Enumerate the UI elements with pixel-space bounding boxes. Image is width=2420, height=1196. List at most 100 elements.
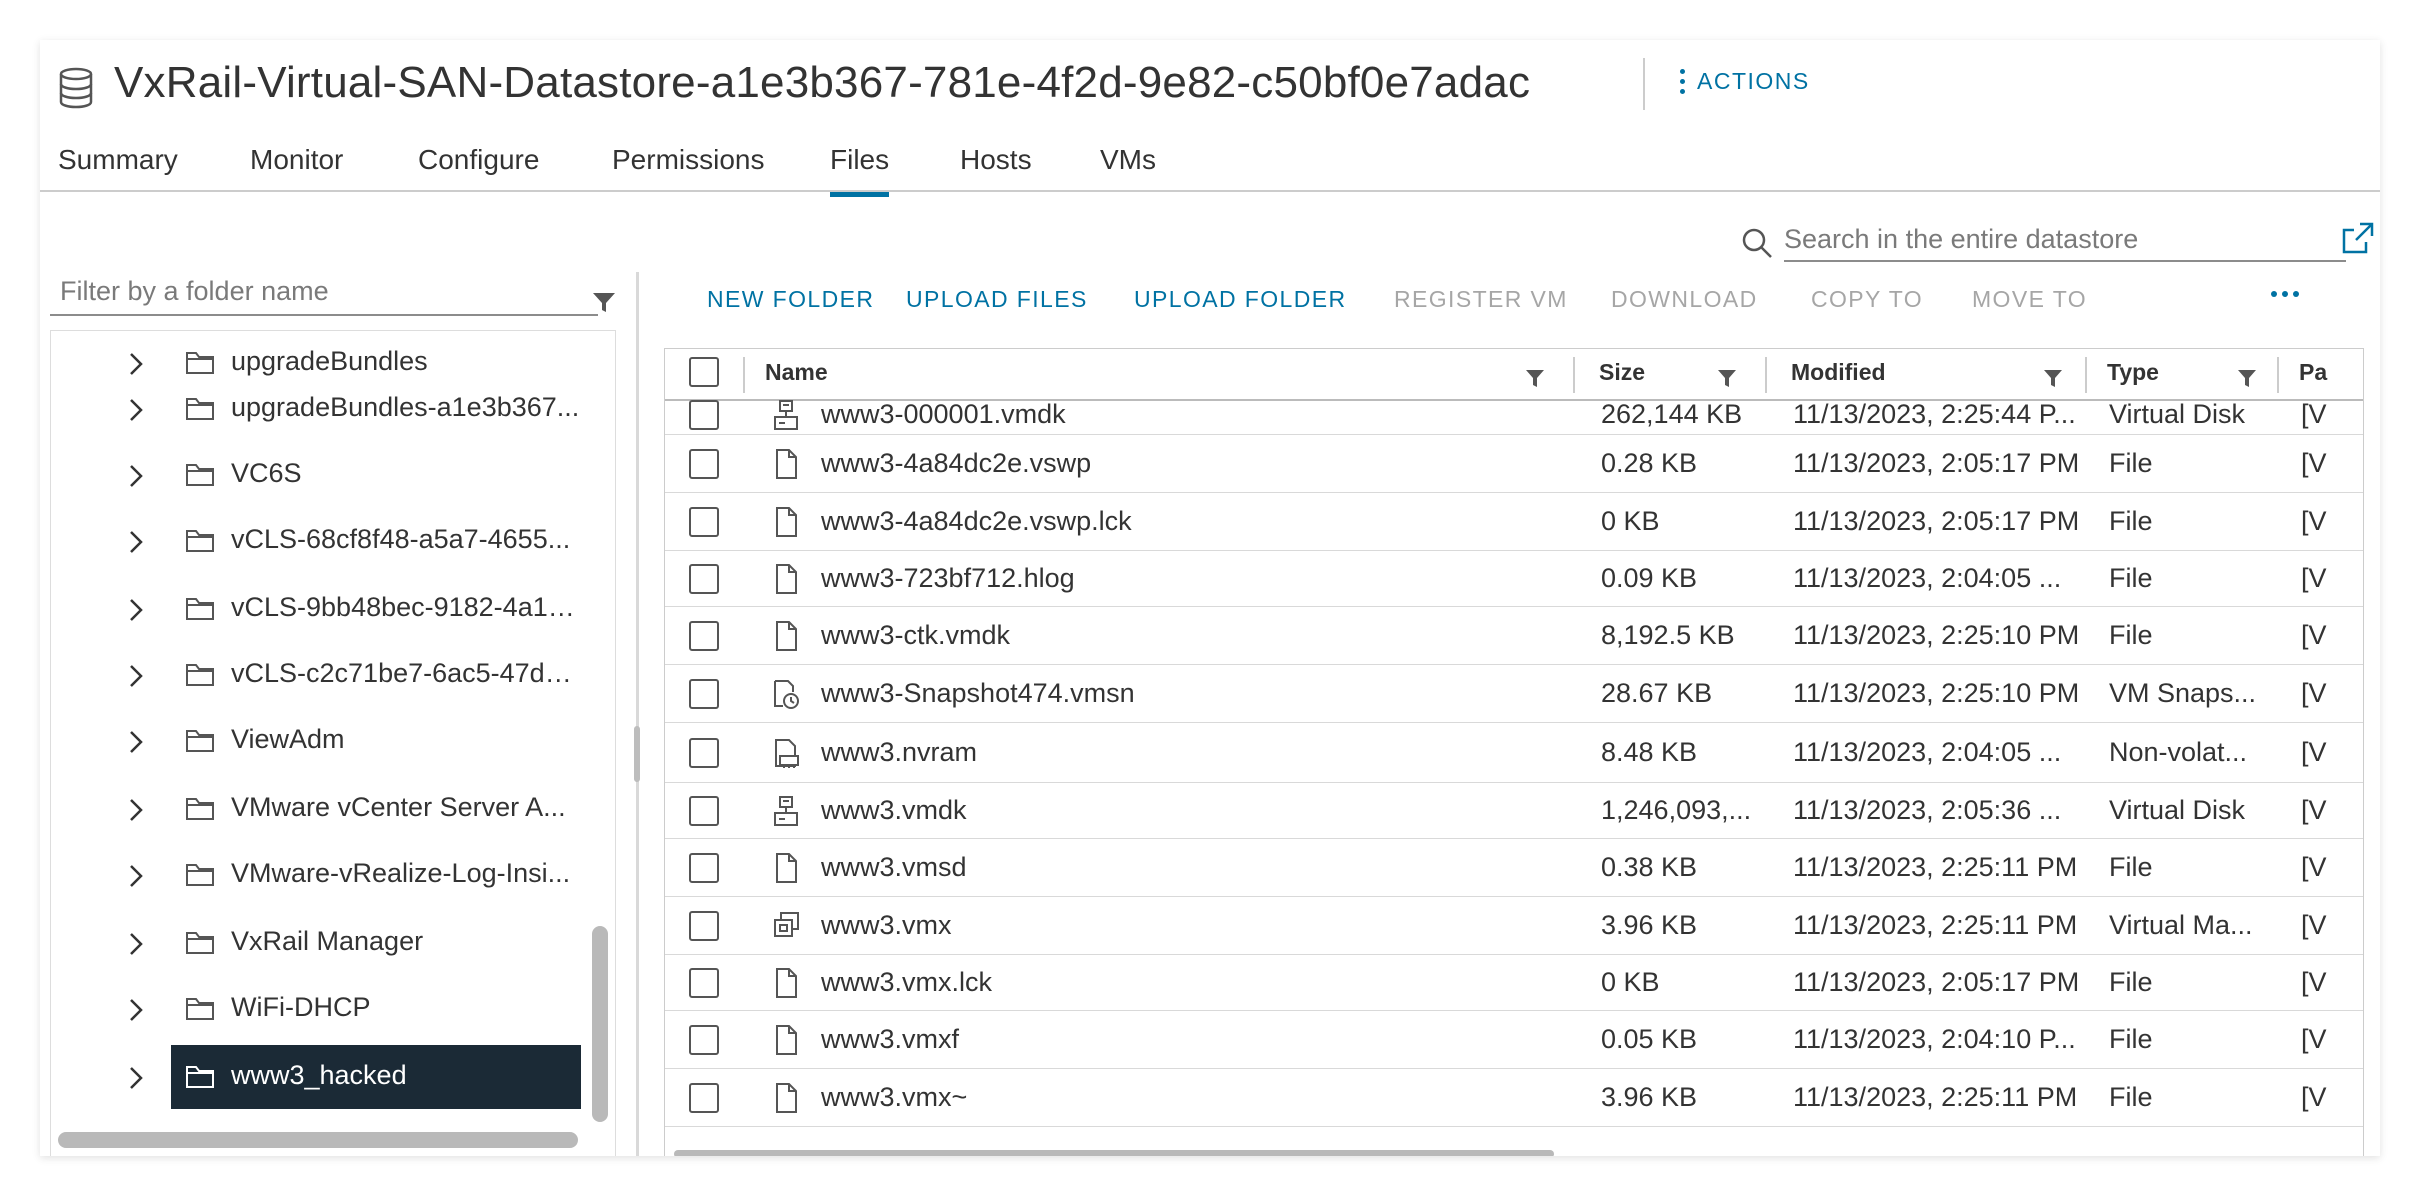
row-checkbox[interactable]	[689, 507, 719, 537]
more-actions-icon[interactable]	[2268, 284, 2302, 304]
chevron-right-icon[interactable]	[127, 729, 145, 755]
row-checkbox[interactable]	[689, 564, 719, 594]
file-path-cell: [V	[2301, 563, 2327, 593]
row-checkbox[interactable]	[689, 738, 719, 768]
pane-splitter[interactable]	[636, 272, 639, 1156]
tree-folder-item[interactable]: vCLS-68cf8f48-a5a7-4655...	[51, 509, 581, 573]
table-row[interactable]: www3.vmsd 0.38 KB 11/13/2023, 2:25:11 PM Fi…	[665, 839, 2363, 897]
tab-summary[interactable]: Summary	[58, 144, 178, 192]
file-size-cell: 0.28 KB	[1601, 448, 1698, 478]
chevron-right-icon[interactable]	[127, 397, 145, 423]
select-all-checkbox[interactable]	[689, 357, 719, 387]
tree-folder-item[interactable]: upgradeBundles-a1e3b367...	[51, 377, 581, 441]
chevron-right-icon[interactable]	[127, 463, 145, 489]
filter-icon[interactable]	[592, 292, 616, 314]
tree-folder-item[interactable]: WiFi-DHCP	[51, 977, 581, 1041]
tab-vms[interactable]: VMs	[1100, 144, 1156, 192]
tree-folder-item[interactable]: vCLS-9bb48bec-9182-4a1f-...	[51, 577, 581, 641]
tree-horizontal-scrollbar[interactable]	[58, 1132, 578, 1148]
file-name-cell[interactable]: www3.vmdk	[821, 795, 1281, 826]
upload-files-button[interactable]: UPLOAD FILES	[906, 286, 1088, 313]
tab-hosts[interactable]: Hosts	[960, 144, 1032, 192]
tree-folder-item[interactable]: VMware vCenter Server A...	[51, 777, 581, 841]
chevron-right-icon[interactable]	[127, 663, 145, 689]
table-row[interactable]: www3-4a84dc2e.vswp 0.28 KB 11/13/2023, 2:0…	[665, 435, 2363, 493]
row-checkbox[interactable]	[689, 679, 719, 709]
tree-folder-item[interactable]: ViewAdm	[51, 709, 581, 773]
tree-vertical-scrollbar[interactable]	[592, 926, 608, 1122]
column-header-size[interactable]: Size	[1599, 359, 1645, 386]
tree-folder-item[interactable]: VMware-vRealize-Log-Insi...	[51, 843, 581, 907]
row-checkbox[interactable]	[689, 1083, 719, 1113]
file-name-cell[interactable]: www3.nvram	[821, 737, 1281, 768]
actions-menu-button[interactable]: ACTIONS	[1680, 68, 1810, 95]
tree-folder-label: VMware-vRealize-Log-Insi...	[231, 858, 571, 888]
folder-icon	[186, 932, 214, 954]
row-checkbox[interactable]	[689, 449, 719, 479]
tree-folder-item[interactable]: VC6S	[51, 443, 581, 507]
tree-folder-item[interactable]: vCLS-c2c71be7-6ac5-47de...	[51, 643, 581, 707]
table-row[interactable]: www3-ctk.vmdk 8,192.5 KB 11/13/2023, 2:25:…	[665, 607, 2363, 665]
chevron-right-icon[interactable]	[127, 597, 145, 623]
file-name-cell[interactable]: www3.vmx	[821, 910, 1281, 941]
row-checkbox[interactable]	[689, 968, 719, 998]
folder-icon	[186, 664, 214, 686]
tab-configure[interactable]: Configure	[418, 144, 539, 192]
chevron-right-icon[interactable]	[127, 351, 145, 377]
table-row[interactable]: www3.vmx.lck 0 KB 11/13/2023, 2:05:17 PM Fi…	[665, 955, 2363, 1011]
row-checkbox[interactable]	[689, 853, 719, 883]
filter-icon[interactable]	[1525, 369, 1545, 389]
chevron-right-icon[interactable]	[127, 997, 145, 1023]
file-name-cell[interactable]: www3-Snapshot474.vmsn	[821, 678, 1281, 709]
splitter-handle[interactable]	[634, 726, 640, 782]
tree-folder-item-selected[interactable]: www3_hacked	[130, 1045, 581, 1109]
column-header-name[interactable]: Name	[765, 359, 828, 386]
file-name-cell[interactable]: www3.vmsd	[821, 852, 1281, 883]
chevron-right-icon[interactable]	[127, 797, 145, 823]
upload-folder-button[interactable]: UPLOAD FOLDER	[1134, 286, 1346, 313]
table-row[interactable]: www3-000001.vmdk 262,144 KB 11/13/2023, 2:…	[665, 399, 2363, 435]
table-row[interactable]: www3-4a84dc2e.vswp.lck 0 KB 11/13/2023, 2:…	[665, 493, 2363, 551]
tree-folder-item[interactable]: VxRail Manager	[51, 911, 581, 975]
row-checkbox[interactable]	[689, 796, 719, 826]
column-header-type[interactable]: Type	[2107, 359, 2159, 386]
table-row[interactable]: www3.vmx 3.96 KB 11/13/2023, 2:25:11 PM Vir…	[665, 897, 2363, 955]
file-name-cell[interactable]: www3-000001.vmdk	[821, 399, 1281, 430]
row-checkbox[interactable]	[689, 400, 719, 430]
table-row[interactable]: www3-723bf712.hlog 0.09 KB 11/13/2023, 2:0…	[665, 551, 2363, 607]
table-horizontal-scrollbar[interactable]	[674, 1150, 1554, 1156]
tab-files[interactable]: Files	[830, 144, 890, 197]
file-name-cell[interactable]: www3.vmx.lck	[821, 967, 1281, 998]
new-folder-button[interactable]: NEW FOLDER	[707, 286, 874, 313]
table-row[interactable]: www3.vmdk 1,246,093,... 11/13/2023, 2:05:3…	[665, 783, 2363, 839]
row-checkbox[interactable]	[689, 1025, 719, 1055]
table-row[interactable]: www3.vmx~ 3.96 KB 11/13/2023, 2:25:11 PM Fi…	[665, 1069, 2363, 1127]
chevron-right-icon[interactable]	[127, 529, 145, 555]
column-header-modified[interactable]: Modified	[1791, 359, 1886, 386]
filter-icon[interactable]	[2237, 369, 2257, 389]
datastore-search-input[interactable]	[1784, 218, 2346, 262]
popout-icon[interactable]	[2340, 220, 2376, 256]
chevron-right-icon[interactable]	[127, 863, 145, 889]
file-name-cell[interactable]: www3.vmxf	[821, 1024, 1281, 1055]
file-name-cell[interactable]: www3-4a84dc2e.vswp	[821, 448, 1281, 479]
folder-filter-input[interactable]	[50, 268, 598, 316]
row-checkbox[interactable]	[689, 911, 719, 941]
chevron-right-icon[interactable]	[127, 931, 145, 957]
file-type-cell: File	[2109, 448, 2153, 478]
column-header-path[interactable]: Pa	[2299, 359, 2327, 386]
snapshot-icon	[774, 680, 799, 709]
filter-icon[interactable]	[1717, 369, 1737, 389]
tab-permissions[interactable]: Permissions	[612, 144, 764, 192]
filter-icon[interactable]	[2043, 369, 2063, 389]
table-row[interactable]: www3-Snapshot474.vmsn 28.67 KB 11/13/2023,…	[665, 665, 2363, 723]
row-checkbox[interactable]	[689, 621, 719, 651]
file-name-cell[interactable]: www3.vmx~	[821, 1082, 1281, 1113]
tab-monitor[interactable]: Monitor	[250, 144, 343, 192]
table-row[interactable]: www3.nvram 8.48 KB 11/13/2023, 2:04:05 ...…	[665, 723, 2363, 783]
chevron-right-icon[interactable]	[127, 1065, 145, 1091]
table-row[interactable]: www3.vmxf 0.05 KB 11/13/2023, 2:04:10 P...…	[665, 1011, 2363, 1069]
file-name-cell[interactable]: www3-723bf712.hlog	[821, 563, 1281, 594]
file-name-cell[interactable]: www3-4a84dc2e.vswp.lck	[821, 506, 1281, 537]
file-name-cell[interactable]: www3-ctk.vmdk	[821, 620, 1281, 651]
